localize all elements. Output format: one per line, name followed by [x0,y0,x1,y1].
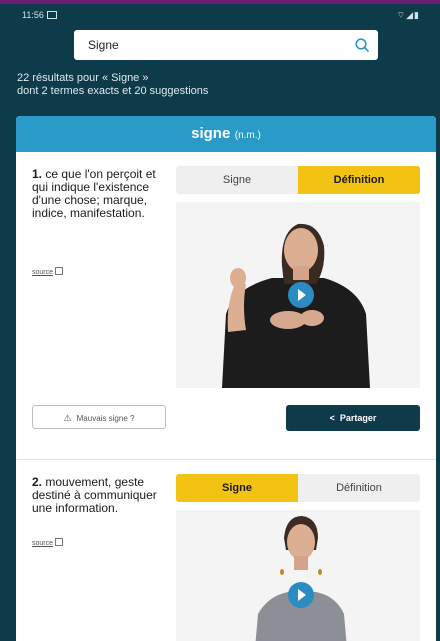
external-link-icon [55,267,64,275]
gallery-notification-icon [46,11,57,19]
sign-video[interactable] [176,202,420,388]
entry-header: signe (n.m.) [16,116,436,152]
results-summary: 22 résultats pour « Signe » dont 2 terme… [17,72,208,98]
signer-video-frame [176,510,420,641]
search-icon[interactable] [354,37,370,53]
results-count: 22 résultats pour « Signe » [17,72,149,84]
definition-body: mouvement, geste destiné à communiquer u… [32,475,157,515]
share-button[interactable]: < Partager [286,405,420,431]
status-time: 11:56 [22,10,57,20]
results-breakdown: dont 2 termes exacts et 20 suggestions [17,85,209,97]
warning-icon: ⚠ [63,413,72,423]
definition-entry: 2. mouvement, geste destiné à communique… [16,460,436,641]
tab-signe[interactable]: Signe [176,474,298,502]
status-bar: 11:56 ⌔◢▮ [0,4,440,26]
app-screen: 11:56 ⌔◢▮ 22 résultats pour « Signe » do… [0,0,440,641]
external-link-icon [55,538,64,546]
search-bar[interactable] [74,30,378,60]
definition-number: 2. [32,475,43,489]
sign-video[interactable] [176,510,420,641]
view-tabs: Signe Définition [176,474,420,502]
definition-text: 2. mouvement, geste destiné à communique… [32,476,170,515]
definition-body: ce que l'on perçoit et qui indique l'exi… [32,167,156,220]
share-icon: < [329,413,335,423]
play-button[interactable] [288,282,314,308]
view-tabs: Signe Définition [176,166,420,194]
play-button[interactable] [288,582,314,608]
headword: signe [191,125,231,142]
definition-entry: 1. ce que l'on perçoit et qui indique l'… [16,152,436,460]
result-panel: signe (n.m.) 1. ce que l'on perçoit et q… [16,116,436,641]
report-sign-button[interactable]: ⚠ Mauvais signe ? [32,405,166,429]
part-of-speech: (n.m.) [234,130,261,141]
status-icons: ⌔◢▮ [396,10,420,20]
tab-definition[interactable]: Définition [298,166,420,194]
definition-number: 1. [32,167,43,181]
definition-text: 1. ce que l'on perçoit et qui indique l'… [32,168,170,220]
source-link[interactable]: source [32,267,64,276]
tab-definition[interactable]: Définition [298,474,420,502]
source-link[interactable]: source [32,538,64,547]
tab-signe[interactable]: Signe [176,166,298,194]
search-input[interactable] [74,30,348,60]
